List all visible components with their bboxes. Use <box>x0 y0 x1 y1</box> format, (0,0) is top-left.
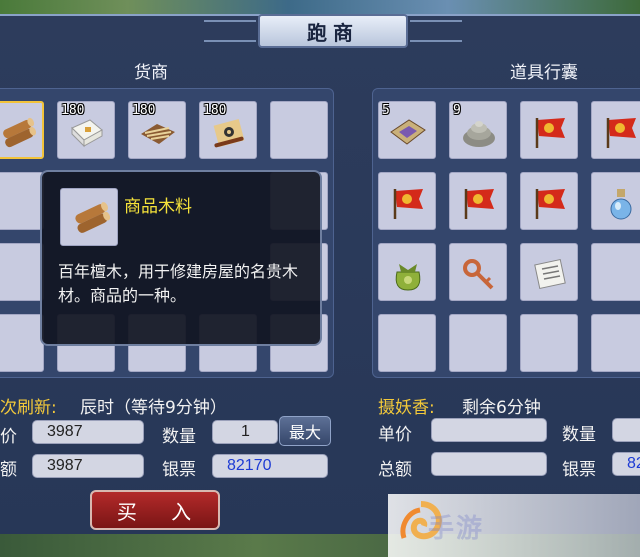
unit-price-label: 价 <box>0 427 17 447</box>
merchant-slot-1[interactable]: 0 <box>0 101 44 159</box>
quantity-input[interactable]: 1 <box>212 420 278 444</box>
cloth-icon <box>71 119 103 148</box>
right-unit-price-label: 单价 <box>378 425 412 445</box>
title-ornament-right <box>410 20 462 42</box>
silver-note-label: 银票 <box>162 460 196 480</box>
merchant-section-label: 货商 <box>134 63 168 83</box>
wood-icon <box>75 202 111 233</box>
bamboo-icon <box>141 124 175 144</box>
bag-slot-7[interactable] <box>520 172 578 230</box>
red-flag-icon <box>535 189 565 219</box>
item-count: 180 <box>203 103 227 118</box>
tooltip-item-name: 商品木料 <box>124 197 192 217</box>
tooltip-item-icon <box>60 188 118 246</box>
bag-slot-14[interactable] <box>449 314 507 372</box>
quantity-label: 数量 <box>162 427 196 447</box>
bag-slot-9[interactable] <box>378 243 436 301</box>
bag-slot-10[interactable] <box>449 243 507 301</box>
bag-slot-2[interactable]: 9 <box>449 101 507 159</box>
red-flag-icon <box>464 189 494 219</box>
item-count: 180 <box>132 103 156 118</box>
refresh-value: 辰时（等待9分钟） <box>80 398 227 418</box>
item-count: 9 <box>453 103 461 118</box>
wood-icon <box>3 117 36 148</box>
right-silver-note-field: 82 <box>612 452 640 476</box>
right-quantity-label: 数量 <box>562 425 596 445</box>
total-field: 3987 <box>32 454 144 478</box>
bag-slot-1[interactable]: 5 <box>378 101 436 159</box>
incense-value: 剩余6分钟 <box>462 398 541 418</box>
bag-slot-13[interactable] <box>378 314 436 372</box>
right-total-field <box>431 452 547 476</box>
shell-icon <box>463 121 495 147</box>
bag-slot-8[interactable] <box>591 172 640 230</box>
red-flag-icon <box>606 118 636 148</box>
refresh-label: 次刷新: <box>0 398 57 418</box>
pouch-icon <box>395 264 421 291</box>
bag-slot-16[interactable] <box>591 314 640 372</box>
tooltip-item-description: 百年檀木，用于修建房屋的名贵木材。商品的一种。 <box>58 262 299 305</box>
bag-slot-15[interactable] <box>520 314 578 372</box>
merchant-slot-16[interactable] <box>0 314 44 372</box>
bag-slot-12[interactable] <box>591 243 640 301</box>
merchant-slot-6[interactable] <box>0 172 44 230</box>
item-count: 180 <box>61 103 85 118</box>
window-title: 跑商 <box>258 14 408 48</box>
red-flag-icon <box>535 118 565 148</box>
right-quantity-input[interactable] <box>612 418 640 442</box>
scroll-icon <box>213 119 245 148</box>
item-tooltip: 商品木料 百年檀木，用于修建房屋的名贵木材。商品的一种。 <box>40 170 322 346</box>
max-quantity-button[interactable]: 最大 <box>279 416 331 446</box>
bag-slot-6[interactable] <box>449 172 507 230</box>
bag-slot-3[interactable] <box>520 101 578 159</box>
watermark-text: 手游 <box>428 514 485 544</box>
merchant-slot-2[interactable]: 180 <box>57 101 115 159</box>
unit-price-field: 3987 <box>32 420 144 444</box>
right-total-label: 总额 <box>378 460 412 480</box>
merchant-slot-11[interactable] <box>0 243 44 301</box>
item-count: 5 <box>382 103 390 118</box>
merchant-slot-5[interactable] <box>270 101 328 159</box>
silver-note-field: 82170 <box>212 454 328 478</box>
merchant-slot-3[interactable]: 180 <box>128 101 186 159</box>
letter-icon <box>534 258 566 290</box>
title-ornament-left <box>204 20 256 42</box>
merchant-slot-4[interactable]: 180 <box>199 101 257 159</box>
watermark-overlay: 手游 <box>388 494 640 557</box>
bag-slot-11[interactable] <box>520 243 578 301</box>
incense-label: 摄妖香: <box>378 398 435 418</box>
bottle-icon <box>610 189 632 220</box>
red-flag-icon <box>393 189 423 219</box>
bag-section-label: 道具行囊 <box>510 63 578 83</box>
right-unit-price-field <box>431 418 547 442</box>
map-icon <box>390 119 426 145</box>
buy-button[interactable]: 买 入 <box>90 490 220 530</box>
bag-slot-4[interactable] <box>591 101 640 159</box>
total-label: 额 <box>0 460 17 480</box>
right-silver-note-label: 银票 <box>562 460 596 480</box>
bag-slot-5[interactable] <box>378 172 436 230</box>
key-icon <box>463 259 494 290</box>
